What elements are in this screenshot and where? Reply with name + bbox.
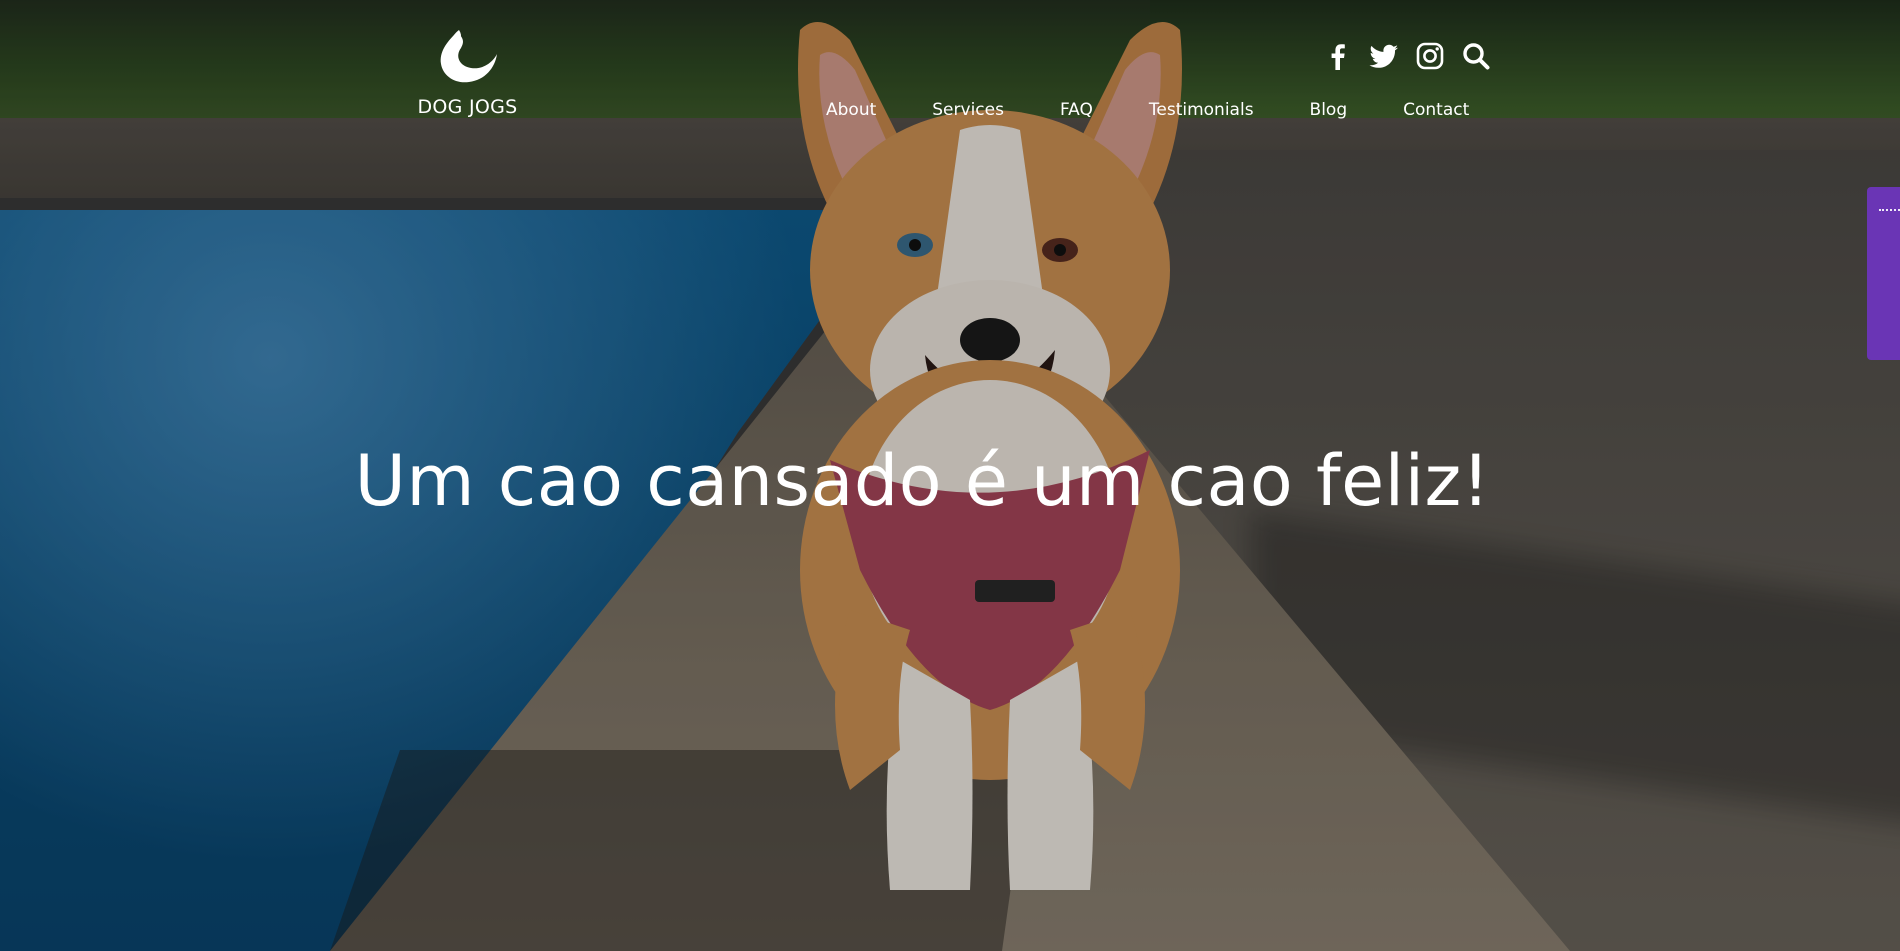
nav-item-faq[interactable]: FAQ — [1060, 100, 1093, 120]
nav-item-about[interactable]: About — [826, 100, 876, 120]
side-widget-tab[interactable] — [1867, 187, 1900, 360]
nav-item-contact[interactable]: Contact — [1403, 100, 1469, 120]
wave-drop-logo-icon — [440, 30, 497, 83]
brand-logo[interactable]: DOG JOGS — [405, 28, 530, 118]
nav-item-services[interactable]: Services — [932, 100, 1004, 120]
side-tab-dots-icon — [1879, 209, 1900, 213]
hero-section: DOG JOGS About Services FAQ Testimonials… — [0, 0, 1900, 951]
main-nav: About Services FAQ Testimonials Blog Con… — [826, 100, 1469, 120]
nav-item-blog[interactable]: Blog — [1310, 100, 1348, 120]
hero-headline: Um cao cansado é um cao feliz! — [354, 440, 1491, 522]
twitter-icon[interactable] — [1368, 40, 1400, 72]
instagram-icon[interactable] — [1414, 40, 1446, 72]
nav-item-testimonials[interactable]: Testimonials — [1149, 100, 1254, 120]
brand-name: DOG JOGS — [417, 96, 518, 118]
social-links — [1322, 40, 1492, 72]
search-icon[interactable] — [1460, 40, 1492, 72]
facebook-icon[interactable] — [1322, 40, 1354, 72]
